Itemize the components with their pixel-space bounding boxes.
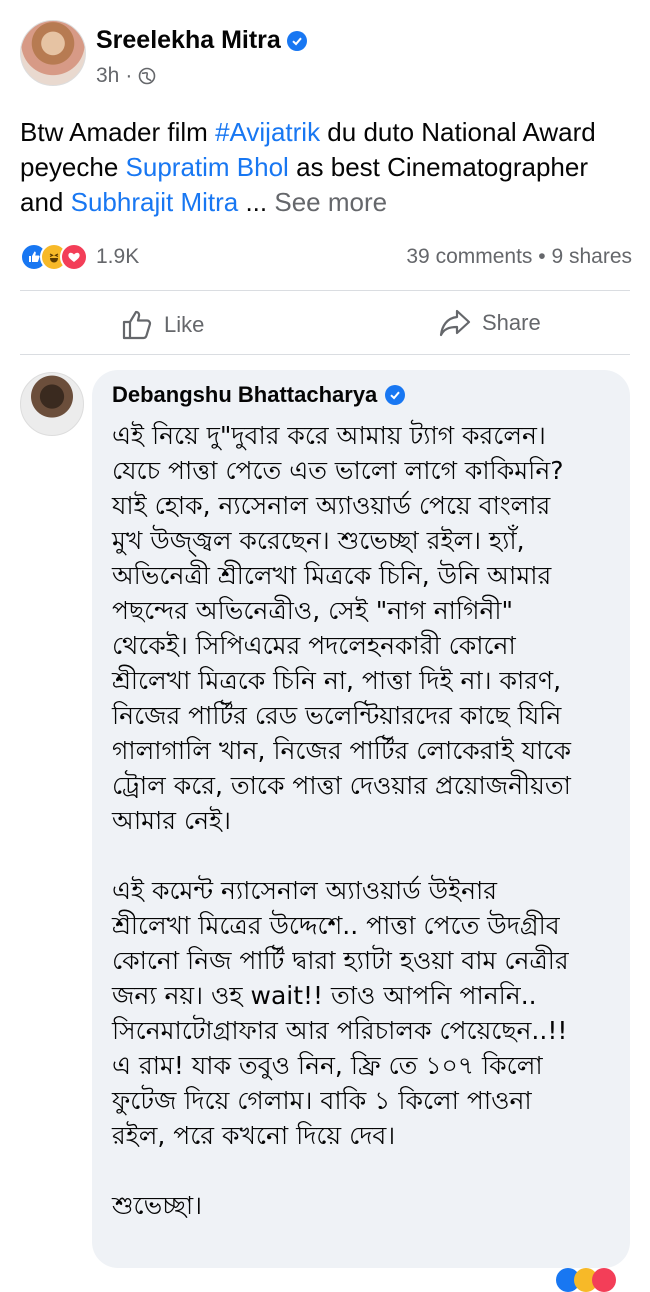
reaction-count: 1.9K — [96, 245, 140, 268]
reaction-summary: 1.9K 39 comments • 9 shares — [20, 240, 632, 274]
post-text: Btw Amader film #Avijatrik du duto Natio… — [20, 115, 635, 220]
author-avatar[interactable] — [20, 20, 86, 86]
post-header: Sreelekha Mitra 3h · — [20, 16, 640, 96]
comment-text: এই নিয়ে দু"দুবার করে আমায় ট্যাগ করলেন।… — [112, 421, 571, 1220]
comment-bubble: Debangshu Bhattacharya এই নিয়ে দু"দুবার… — [92, 370, 630, 1268]
verified-badge-icon — [385, 385, 406, 405]
post-text-part: ... — [238, 187, 275, 217]
author-name[interactable]: Sreelekha Mitra — [96, 26, 281, 55]
share-label: Share — [482, 310, 541, 335]
love-reaction-icon — [592, 1268, 616, 1292]
mention-link[interactable]: Supratim Bhol — [126, 152, 289, 182]
love-reaction-icon — [60, 243, 88, 271]
divider — [20, 290, 630, 291]
share-arrow-icon — [439, 309, 471, 337]
comments-shares-count[interactable]: 39 comments • 9 shares — [406, 245, 632, 269]
reaction-icons — [20, 243, 88, 271]
post-meta: 3h · — [96, 64, 156, 88]
comment-reactions[interactable] — [556, 1268, 636, 1292]
verified-badge-icon — [286, 30, 307, 51]
like-label: Like — [164, 312, 205, 337]
thumbs-up-icon — [122, 310, 152, 340]
author-row: Sreelekha Mitra — [96, 26, 307, 55]
post-actions: Like Share — [0, 300, 650, 350]
commenter-row: Debangshu Bhattacharya — [112, 382, 406, 408]
see-more-link[interactable]: See more — [274, 187, 387, 217]
reaction-left[interactable]: 1.9K — [20, 243, 139, 271]
divider — [20, 354, 630, 355]
mention-link[interactable]: Subhrajit Mitra — [71, 187, 239, 217]
hashtag-link[interactable]: #Avijatrik — [215, 117, 320, 147]
post-text-part: Btw Amader film — [20, 117, 216, 147]
commenter-name[interactable]: Debangshu Bhattacharya — [112, 382, 377, 408]
meta-separator: · — [125, 64, 133, 87]
share-button[interactable]: Share — [438, 308, 541, 338]
commenter-avatar[interactable] — [20, 372, 84, 436]
like-button[interactable]: Like — [120, 308, 204, 342]
post-time[interactable]: 3h — [96, 64, 119, 88]
globe-icon — [139, 67, 156, 85]
